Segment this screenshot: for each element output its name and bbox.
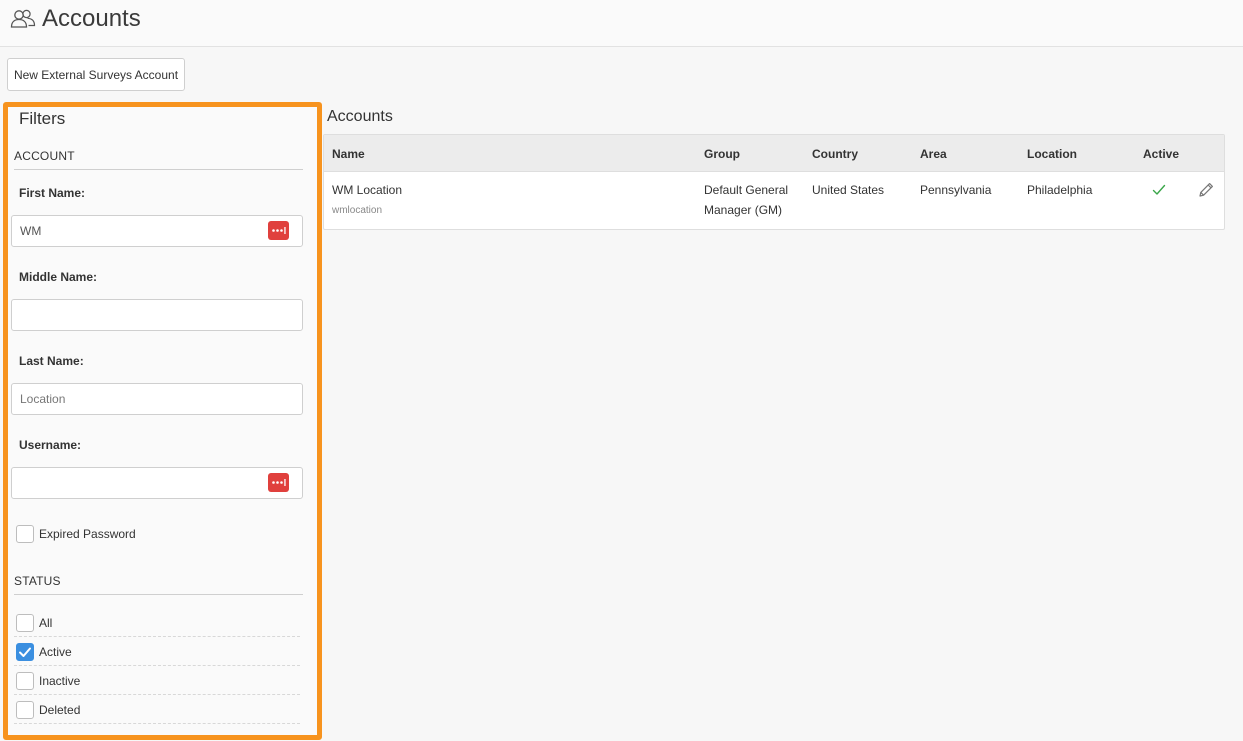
username-label: Username: (19, 438, 82, 452)
account-section-heading: ACCOUNT (14, 149, 303, 170)
last-name-label: Last Name: (19, 354, 84, 368)
accounts-section-title: Accounts (327, 108, 393, 125)
status-section-heading: STATUS (14, 574, 303, 595)
status-deleted-label: Deleted (39, 703, 81, 717)
last-name-input[interactable] (11, 383, 303, 415)
account-name-link[interactable]: WM Location (332, 180, 402, 200)
divider (14, 636, 300, 637)
column-header-active[interactable]: Active (1143, 147, 1179, 161)
status-all-checkbox[interactable] (16, 614, 34, 632)
account-country: United States (812, 183, 885, 197)
checkmark-icon (19, 647, 31, 657)
account-group-line1: Default General (704, 183, 789, 197)
username-input[interactable] (11, 467, 303, 499)
divider (14, 694, 300, 695)
column-header-area[interactable]: Area (920, 147, 947, 161)
column-header-name[interactable]: Name (332, 147, 365, 161)
page-title: Accounts (42, 5, 141, 32)
middle-name-label: Middle Name: (19, 270, 98, 284)
filters-panel: Filters ACCOUNT First Name: Middle Name:… (3, 102, 322, 740)
account-location: Philadelphia (1027, 183, 1093, 197)
column-header-group[interactable]: Group (704, 147, 740, 161)
divider (14, 665, 300, 666)
first-name-label: First Name: (19, 186, 86, 200)
status-deleted-checkbox[interactable] (16, 701, 34, 719)
accounts-table: Name Group Country Area Location Active … (323, 134, 1225, 230)
filters-title: Filters (19, 109, 66, 128)
table-header: Name Group Country Area Location Active (324, 135, 1224, 172)
pencil-icon[interactable] (1197, 181, 1215, 199)
users-icon (10, 9, 36, 28)
new-external-surveys-account-button[interactable]: New External Surveys Account (7, 58, 185, 91)
checkmark-icon (1152, 184, 1166, 195)
top-bar: Accounts (0, 0, 1243, 47)
expired-password-label: Expired Password (39, 527, 136, 541)
status-all-label: All (39, 616, 53, 630)
first-name-input[interactable] (11, 215, 303, 247)
account-group-line2: Manager (GM) (704, 203, 783, 217)
divider (14, 723, 300, 724)
middle-name-input[interactable] (11, 299, 303, 331)
column-header-country[interactable]: Country (812, 147, 858, 161)
status-inactive-label: Inactive (39, 674, 81, 688)
status-inactive-checkbox[interactable] (16, 672, 34, 690)
expired-password-checkbox[interactable] (16, 525, 34, 543)
status-active-checkbox[interactable] (16, 643, 34, 661)
account-area: Pennsylvania (920, 183, 992, 197)
status-active-label: Active (39, 645, 72, 659)
column-header-location[interactable]: Location (1027, 147, 1077, 161)
account-username: wmlocation (332, 205, 383, 216)
password-manager-icon[interactable] (268, 473, 289, 492)
password-manager-icon[interactable] (268, 221, 289, 240)
